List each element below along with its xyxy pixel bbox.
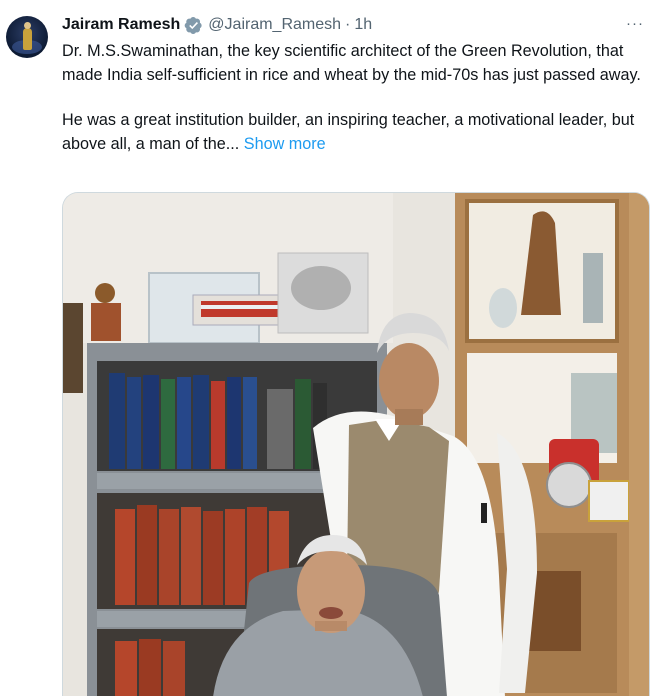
header-separator: · (345, 16, 351, 33)
tweet-paragraph-2: He was a great institution builder, an i… (62, 109, 650, 156)
tweet[interactable]: Jairam Ramesh @Jairam_Ramesh · 1h ··· Dr… (0, 0, 650, 696)
tweet-header: Jairam Ramesh @Jairam_Ramesh · 1h (62, 14, 372, 36)
photo-illustration (63, 193, 649, 696)
verified-badge-icon (184, 16, 203, 35)
avatar-head (24, 22, 31, 29)
tweet-paragraph-1: Dr. M.S.Swaminathan, the key scientific … (62, 42, 641, 84)
avatar[interactable] (6, 16, 48, 58)
author-name[interactable]: Jairam Ramesh (62, 16, 180, 34)
author-handle[interactable]: @Jairam_Ramesh (208, 16, 341, 34)
timestamp[interactable]: 1h (354, 16, 372, 34)
tweet-paragraph-2-text: He was a great institution builder, an i… (62, 111, 635, 153)
avatar-figure (23, 28, 32, 50)
show-more-link[interactable]: Show more (244, 135, 326, 153)
more-horizontal-icon[interactable]: ··· (624, 12, 646, 34)
tweet-photo[interactable] (62, 192, 650, 696)
tweet-text: Dr. M.S.Swaminathan, the key scientific … (62, 40, 650, 156)
